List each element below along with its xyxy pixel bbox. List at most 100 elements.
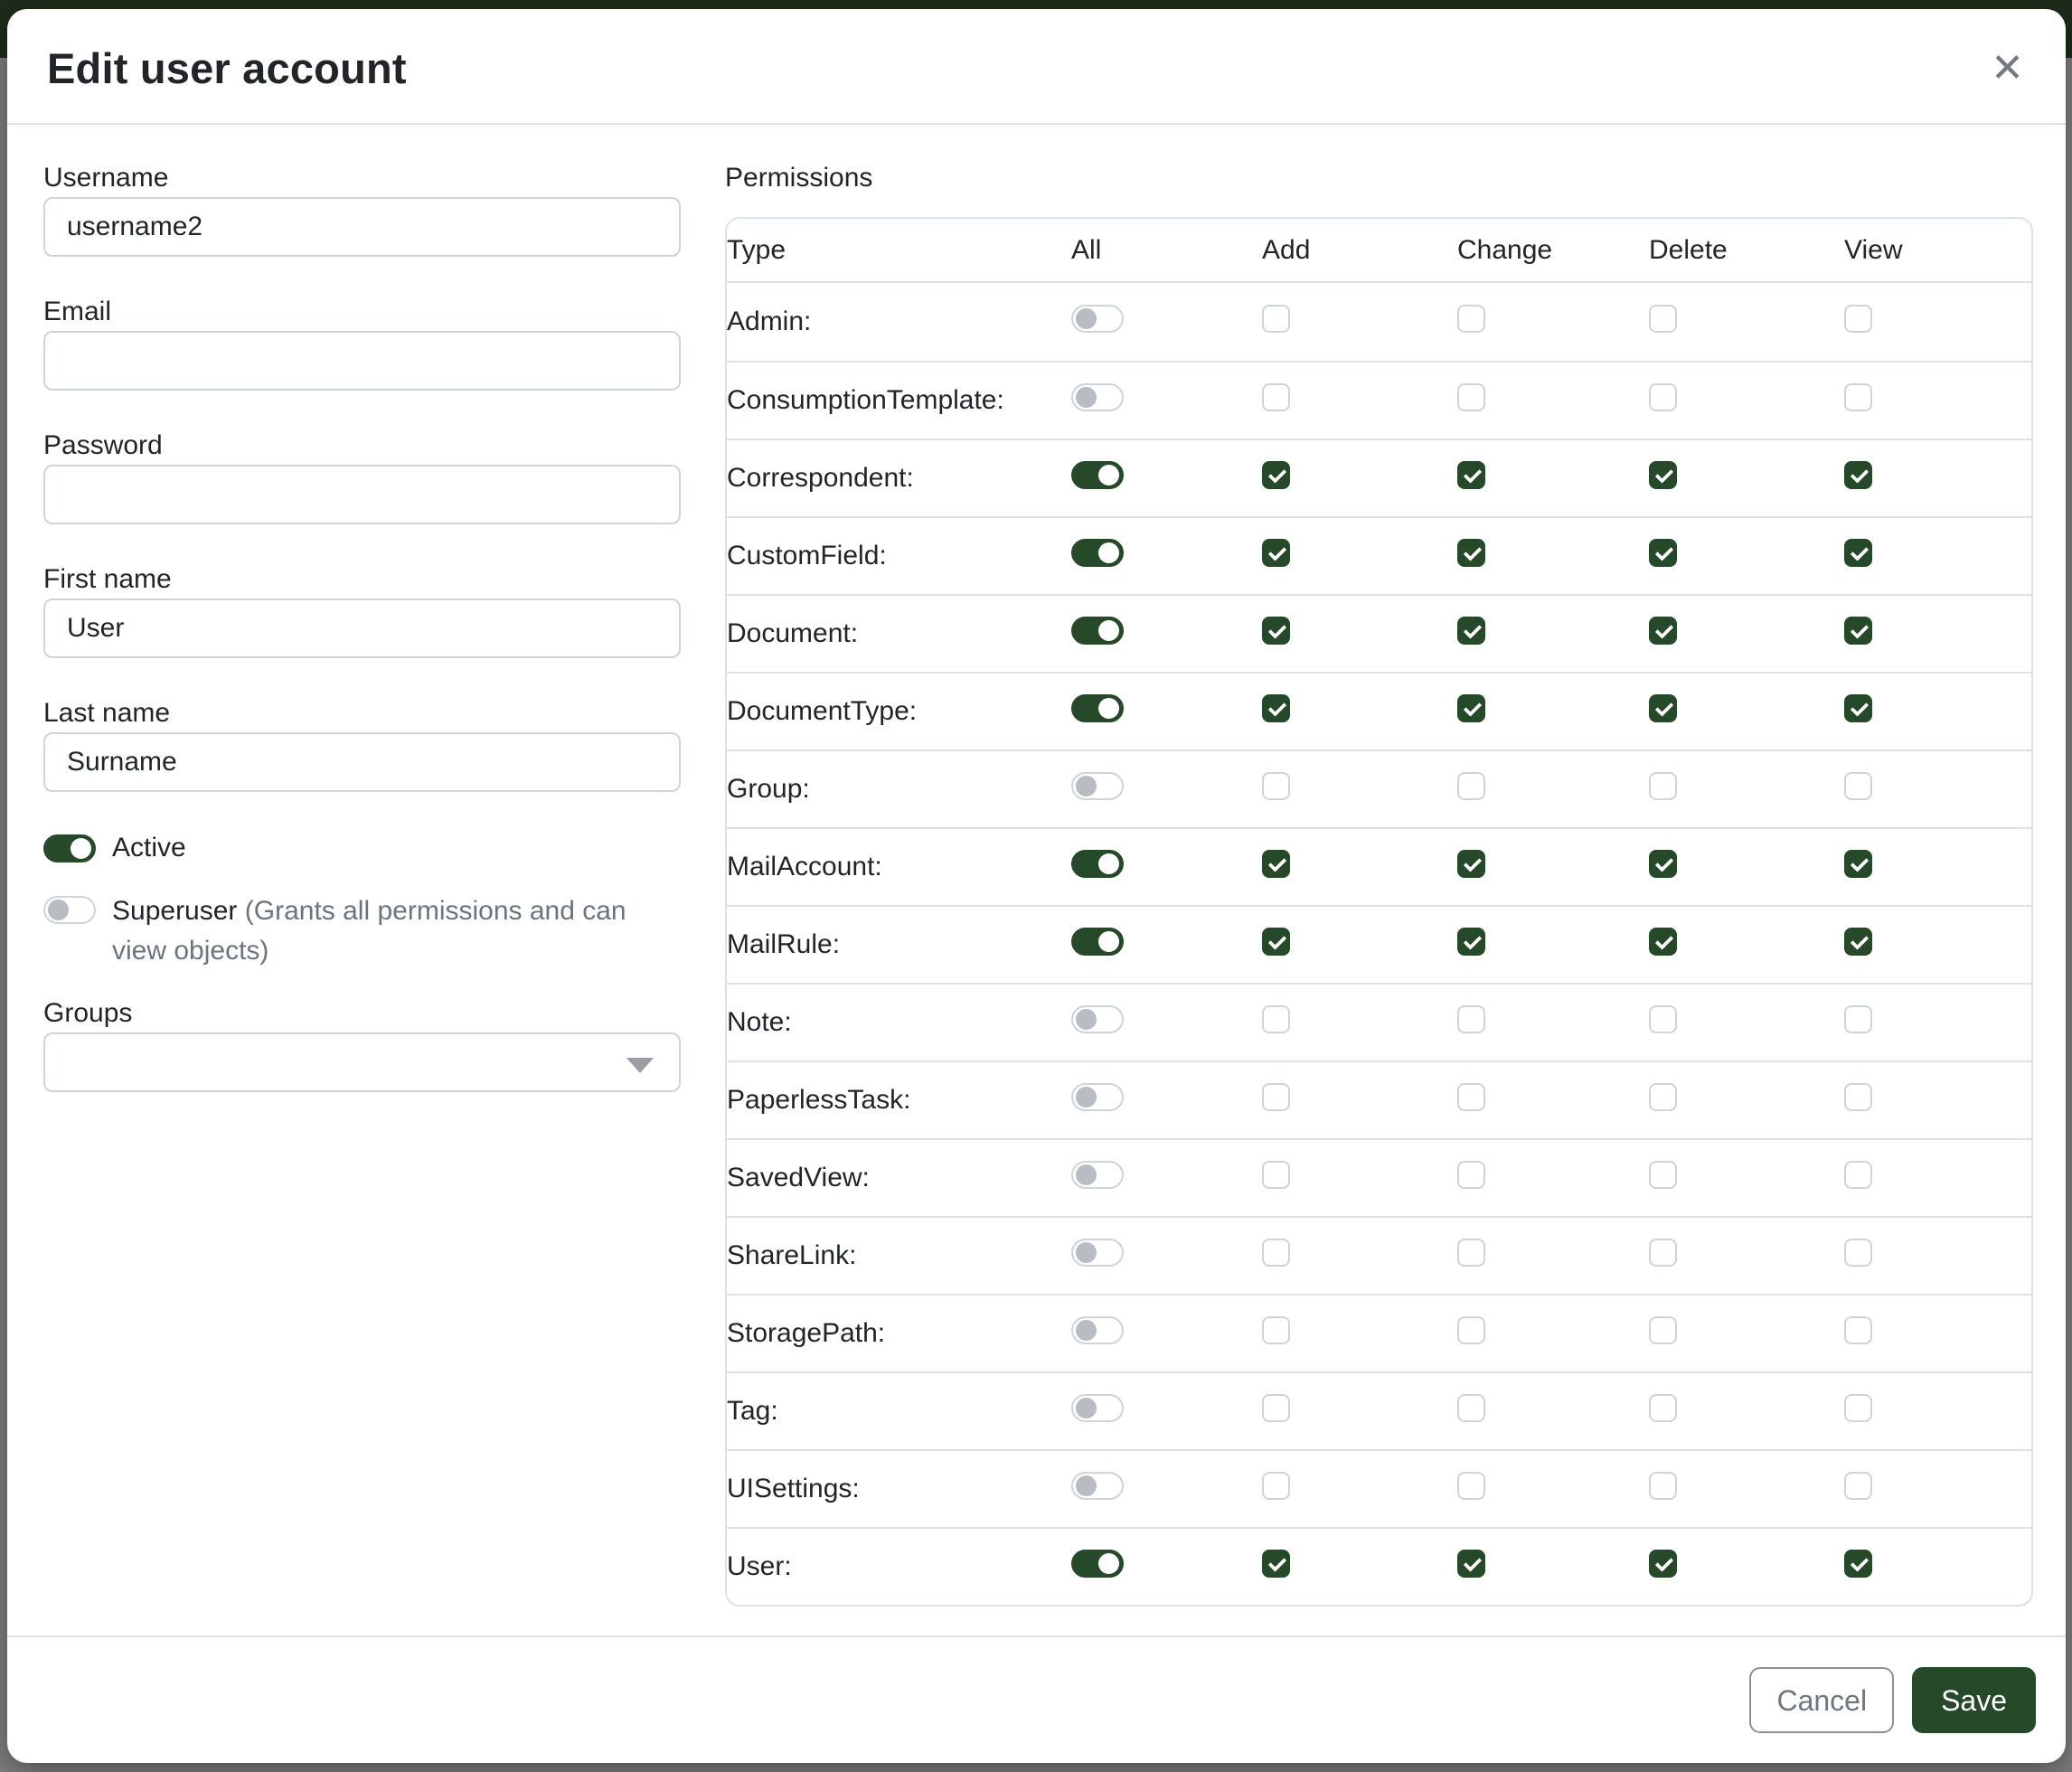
permission-view-checkbox[interactable] bbox=[1844, 539, 1872, 567]
permission-delete-checkbox[interactable] bbox=[1649, 1394, 1677, 1422]
permission-change-checkbox[interactable] bbox=[1457, 1394, 1485, 1422]
permission-view-checkbox[interactable] bbox=[1844, 617, 1872, 645]
permission-change-checkbox[interactable] bbox=[1457, 383, 1485, 411]
permission-delete-checkbox[interactable] bbox=[1649, 1005, 1677, 1033]
permission-change-checkbox[interactable] bbox=[1457, 461, 1485, 489]
permission-change-checkbox[interactable] bbox=[1457, 1316, 1485, 1344]
permission-all-toggle[interactable] bbox=[1071, 1083, 1124, 1111]
permission-all-toggle[interactable] bbox=[1071, 694, 1124, 722]
permission-delete-checkbox[interactable] bbox=[1649, 850, 1677, 878]
permission-all-toggle[interactable] bbox=[1071, 539, 1124, 567]
permission-delete-checkbox[interactable] bbox=[1649, 539, 1677, 567]
permission-add-checkbox[interactable] bbox=[1262, 850, 1290, 878]
toggle-knob bbox=[1076, 308, 1097, 329]
permission-delete-checkbox[interactable] bbox=[1649, 305, 1677, 333]
permission-delete-checkbox[interactable] bbox=[1649, 383, 1677, 411]
permission-change-checkbox[interactable] bbox=[1457, 1005, 1485, 1033]
permission-all-toggle[interactable] bbox=[1071, 461, 1124, 489]
permission-all-toggle[interactable] bbox=[1071, 1394, 1124, 1422]
permission-add-checkbox[interactable] bbox=[1262, 772, 1290, 800]
permission-add-checkbox[interactable] bbox=[1262, 1472, 1290, 1500]
permission-change-checkbox[interactable] bbox=[1457, 1472, 1485, 1500]
permission-add-checkbox[interactable] bbox=[1262, 694, 1290, 722]
permission-view-checkbox[interactable] bbox=[1844, 772, 1872, 800]
permission-change-checkbox[interactable] bbox=[1457, 928, 1485, 956]
permission-delete-checkbox[interactable] bbox=[1649, 772, 1677, 800]
permission-add-checkbox[interactable] bbox=[1262, 928, 1290, 956]
permission-all-toggle[interactable] bbox=[1071, 383, 1124, 411]
permission-add-checkbox[interactable] bbox=[1262, 1239, 1290, 1267]
permission-change-checkbox[interactable] bbox=[1457, 1239, 1485, 1267]
permission-all-toggle[interactable] bbox=[1071, 772, 1124, 800]
permission-change-checkbox[interactable] bbox=[1457, 1083, 1485, 1111]
permission-delete-checkbox[interactable] bbox=[1649, 1316, 1677, 1344]
permission-change-checkbox[interactable] bbox=[1457, 1550, 1485, 1578]
permission-view-checkbox[interactable] bbox=[1844, 1005, 1872, 1033]
active-toggle[interactable] bbox=[43, 834, 96, 862]
permission-delete-checkbox[interactable] bbox=[1649, 1472, 1677, 1500]
permission-delete-checkbox[interactable] bbox=[1649, 928, 1677, 956]
permission-add-checkbox[interactable] bbox=[1262, 1161, 1290, 1189]
permission-delete-checkbox[interactable] bbox=[1649, 617, 1677, 645]
close-button[interactable]: ✕ bbox=[1982, 45, 2033, 92]
permission-view-checkbox[interactable] bbox=[1844, 1083, 1872, 1111]
permission-delete-checkbox[interactable] bbox=[1649, 1239, 1677, 1267]
permission-view-checkbox[interactable] bbox=[1844, 1161, 1872, 1189]
permission-all-toggle[interactable] bbox=[1071, 850, 1124, 878]
permission-add-checkbox[interactable] bbox=[1262, 1316, 1290, 1344]
permission-view-checkbox[interactable] bbox=[1844, 1239, 1872, 1267]
permission-all-toggle[interactable] bbox=[1071, 1472, 1124, 1500]
permission-view-checkbox[interactable] bbox=[1844, 850, 1872, 878]
password-input[interactable] bbox=[43, 465, 681, 524]
permission-view-checkbox[interactable] bbox=[1844, 928, 1872, 956]
permission-all-toggle[interactable] bbox=[1071, 1161, 1124, 1189]
superuser-toggle[interactable] bbox=[43, 896, 96, 924]
email-input[interactable] bbox=[43, 331, 681, 391]
permission-add-checkbox[interactable] bbox=[1262, 617, 1290, 645]
permission-view-checkbox[interactable] bbox=[1844, 383, 1872, 411]
permission-view-checkbox[interactable] bbox=[1844, 1394, 1872, 1422]
permission-change-checkbox[interactable] bbox=[1457, 1161, 1485, 1189]
permission-change-checkbox[interactable] bbox=[1457, 694, 1485, 722]
permission-add-checkbox[interactable] bbox=[1262, 461, 1290, 489]
first-name-input[interactable] bbox=[43, 599, 681, 658]
permission-all-toggle[interactable] bbox=[1071, 617, 1124, 645]
save-button[interactable]: Save bbox=[1912, 1667, 2036, 1733]
permission-view-checkbox[interactable] bbox=[1844, 694, 1872, 722]
permission-delete-checkbox[interactable] bbox=[1649, 1550, 1677, 1578]
permission-view-checkbox[interactable] bbox=[1844, 305, 1872, 333]
permission-change-checkbox[interactable] bbox=[1457, 305, 1485, 333]
permission-add-checkbox[interactable] bbox=[1262, 305, 1290, 333]
permission-add-checkbox[interactable] bbox=[1262, 1394, 1290, 1422]
permission-change-checkbox[interactable] bbox=[1457, 772, 1485, 800]
permission-add-checkbox[interactable] bbox=[1262, 539, 1290, 567]
permission-all-toggle[interactable] bbox=[1071, 305, 1124, 333]
groups-select[interactable] bbox=[43, 1032, 681, 1092]
permission-row: PaperlessTask: bbox=[727, 1060, 2031, 1138]
permission-delete-checkbox[interactable] bbox=[1649, 1161, 1677, 1189]
username-input[interactable] bbox=[43, 197, 681, 257]
permission-change-checkbox[interactable] bbox=[1457, 617, 1485, 645]
permission-view-checkbox[interactable] bbox=[1844, 1316, 1872, 1344]
permission-add-checkbox[interactable] bbox=[1262, 383, 1290, 411]
permission-delete-checkbox[interactable] bbox=[1649, 461, 1677, 489]
permission-change-checkbox[interactable] bbox=[1457, 850, 1485, 878]
permission-all-toggle[interactable] bbox=[1071, 1239, 1124, 1267]
permission-all-toggle[interactable] bbox=[1071, 1550, 1124, 1578]
column-header-all: All bbox=[1071, 219, 1262, 283]
permission-all-toggle[interactable] bbox=[1071, 928, 1124, 956]
permission-all-toggle[interactable] bbox=[1071, 1316, 1124, 1344]
permission-delete-checkbox[interactable] bbox=[1649, 694, 1677, 722]
cancel-button[interactable]: Cancel bbox=[1749, 1667, 1894, 1733]
permission-add-checkbox[interactable] bbox=[1262, 1550, 1290, 1578]
permission-all-toggle[interactable] bbox=[1071, 1005, 1124, 1033]
permission-add-checkbox[interactable] bbox=[1262, 1005, 1290, 1033]
permission-view-checkbox[interactable] bbox=[1844, 1550, 1872, 1578]
permission-view-checkbox[interactable] bbox=[1844, 461, 1872, 489]
permission-add-checkbox[interactable] bbox=[1262, 1083, 1290, 1111]
last-name-input[interactable] bbox=[43, 732, 681, 792]
permission-delete-checkbox[interactable] bbox=[1649, 1083, 1677, 1111]
permission-change-checkbox[interactable] bbox=[1457, 539, 1485, 567]
permission-row: Note: bbox=[727, 983, 2031, 1060]
permission-view-checkbox[interactable] bbox=[1844, 1472, 1872, 1500]
